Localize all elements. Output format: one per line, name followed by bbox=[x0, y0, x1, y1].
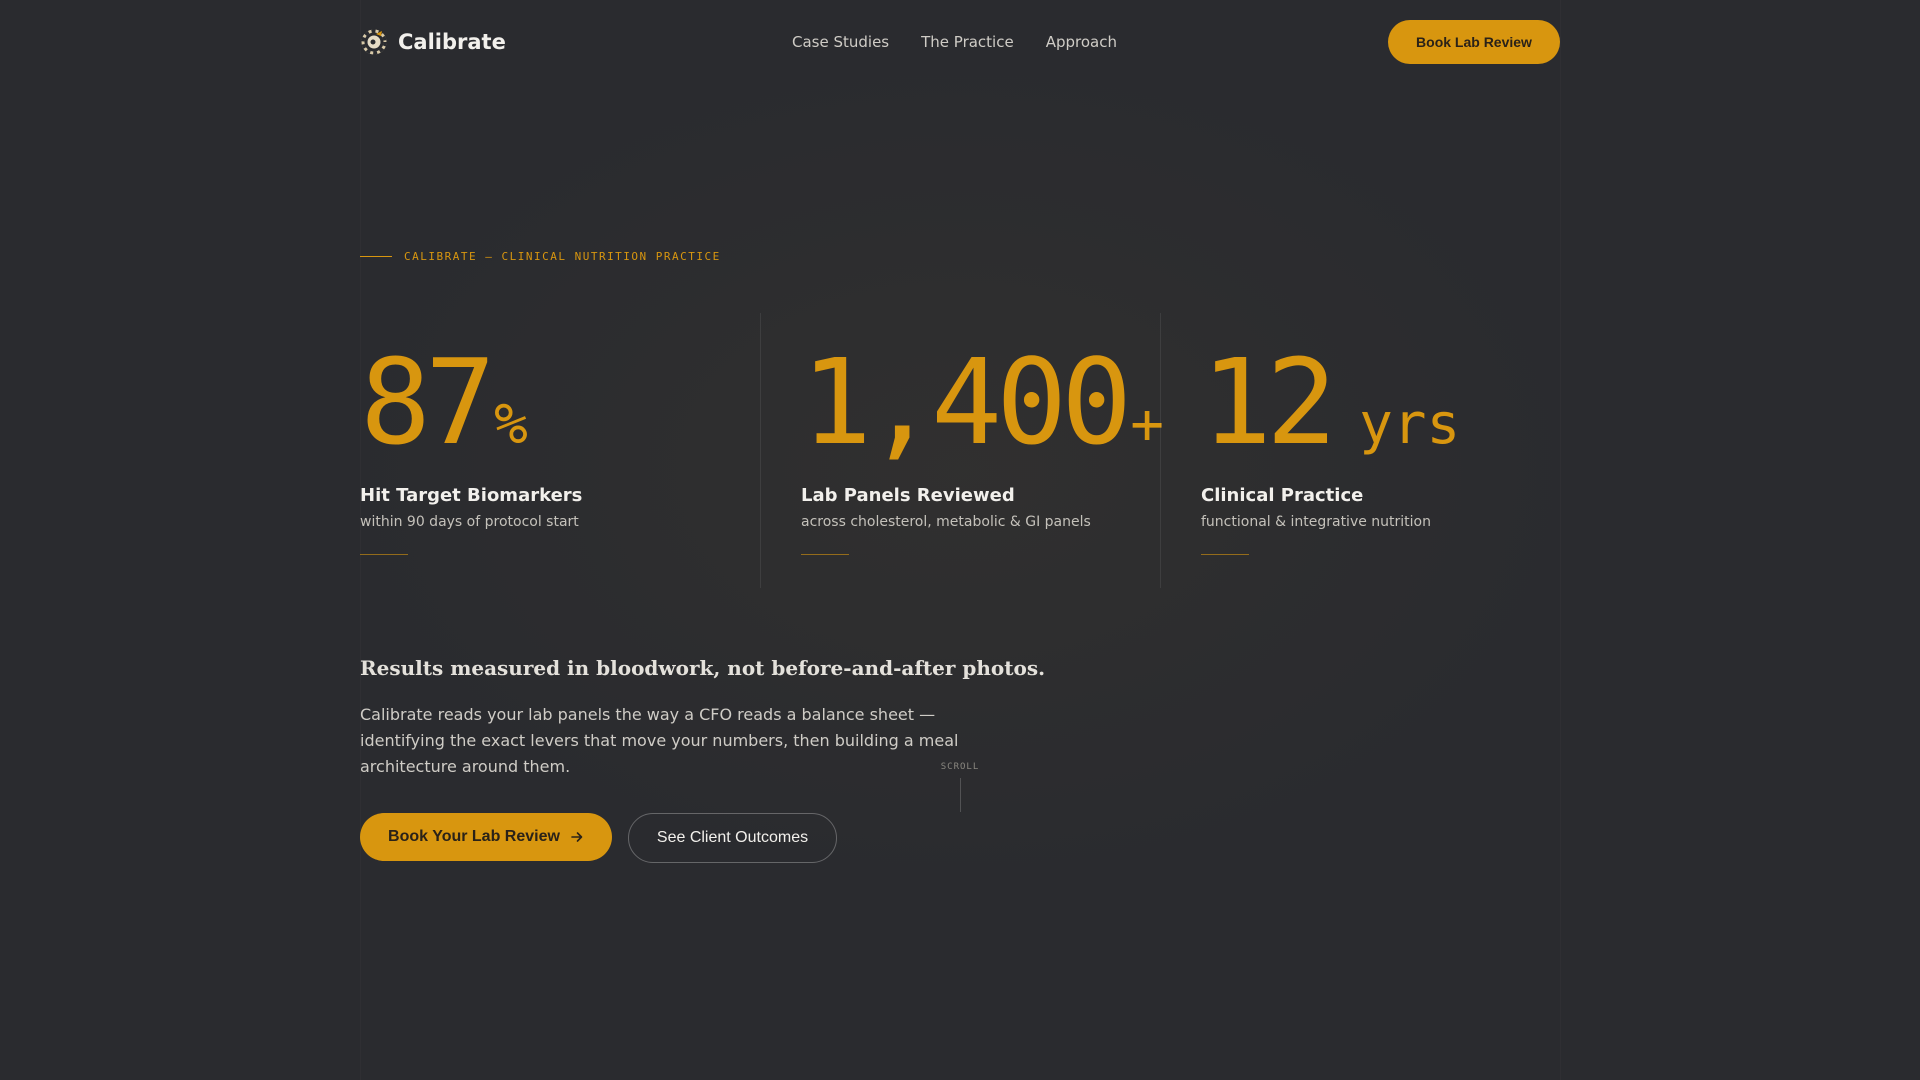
stat-label: Hit Target Biomarkers bbox=[360, 485, 583, 506]
stat-label: Clinical Practice bbox=[1201, 485, 1364, 506]
stats-row: 87 % Hit Target Biomarkers within 90 day… bbox=[360, 313, 1560, 588]
scroll-indicator[interactable]: SCROLL bbox=[940, 762, 980, 812]
stat-subtext: across cholesterol, metabolic & GI panel… bbox=[801, 514, 1091, 530]
scroll-line bbox=[959, 778, 961, 812]
stat-number: 1,400 bbox=[801, 333, 1132, 471]
book-your-lab-review-button[interactable]: Book Your Lab Review bbox=[360, 813, 612, 861]
site-header: Calibrate Case Studies The Practice Appr… bbox=[360, 20, 1560, 64]
stat-figure: 12 yrs bbox=[1201, 343, 1460, 461]
nav-case-studies[interactable]: Case Studies bbox=[792, 33, 889, 51]
stat-label: Lab Panels Reviewed bbox=[801, 485, 1015, 506]
nav-the-practice[interactable]: The Practice bbox=[921, 33, 1014, 51]
main-nav: Case Studies The Practice Approach bbox=[792, 33, 1117, 51]
stat-figure: 1,400 + bbox=[801, 343, 1164, 461]
stat-rule bbox=[1201, 554, 1249, 555]
stat-clinical-practice: 12 yrs Clinical Practice functional & in… bbox=[1160, 313, 1560, 588]
hero-body: Calibrate reads your lab panels the way … bbox=[360, 705, 959, 776]
button-label: Book Your Lab Review bbox=[388, 828, 560, 845]
guide-line bbox=[1560, 0, 1561, 1080]
stat-unit: yrs bbox=[1359, 392, 1461, 457]
stat-rule bbox=[801, 554, 849, 555]
brand-name: Calibrate bbox=[398, 30, 506, 54]
stat-rule bbox=[360, 554, 408, 555]
see-client-outcomes-button[interactable]: See Client Outcomes bbox=[628, 813, 837, 863]
brand[interactable]: Calibrate bbox=[360, 28, 506, 56]
eyebrow-text: CALIBRATE — CLINICAL NUTRITION PRACTICE bbox=[404, 250, 721, 263]
stat-unit: + bbox=[1130, 392, 1164, 457]
stat-figure: 87 % bbox=[360, 343, 528, 461]
stat-subtext: functional & integrative nutrition bbox=[1201, 514, 1431, 530]
stat-biomarkers: 87 % Hit Target Biomarkers within 90 day… bbox=[360, 313, 760, 588]
eyebrow: CALIBRATE — CLINICAL NUTRITION PRACTICE bbox=[360, 250, 721, 263]
stat-unit: % bbox=[494, 392, 528, 457]
stat-number: 87 bbox=[360, 333, 496, 471]
nav-approach[interactable]: Approach bbox=[1046, 33, 1117, 51]
arrow-right-icon bbox=[571, 832, 583, 842]
hero-headline: Results measured in bloodwork, not befor… bbox=[360, 656, 1046, 680]
stat-lab-panels: 1,400 + Lab Panels Reviewed across chole… bbox=[760, 313, 1164, 588]
stat-subtext: within 90 days of protocol start bbox=[360, 514, 579, 530]
calibration-dial-icon bbox=[361, 29, 387, 55]
book-lab-review-button[interactable]: Book Lab Review bbox=[1388, 20, 1560, 64]
stat-number: 12 bbox=[1201, 333, 1337, 471]
scroll-label: SCROLL bbox=[940, 762, 980, 772]
eyebrow-rule bbox=[360, 256, 392, 257]
